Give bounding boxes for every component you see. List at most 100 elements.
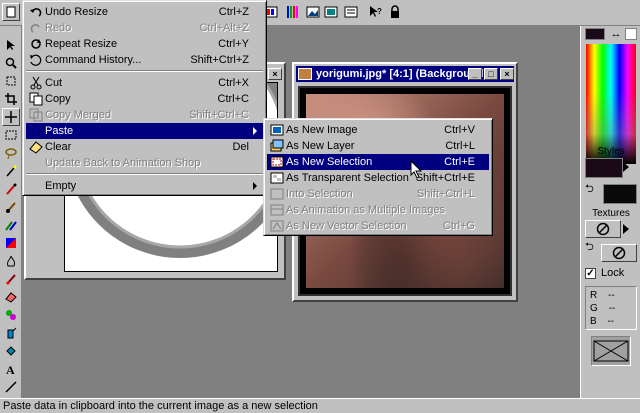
- airbrush-tool-icon[interactable]: [2, 324, 20, 342]
- menu-separator: [26, 173, 263, 175]
- menu-item-label: Copy: [45, 93, 71, 105]
- menu-item-label: As New Vector Selection: [286, 220, 407, 232]
- g-label: G: [590, 303, 598, 314]
- swap-textures-icon[interactable]: ⮌: [585, 240, 599, 254]
- menu-item-copy-merged[interactable]: Copy Merged Shift+Ctrl+C: [26, 107, 263, 123]
- lasso-tool-icon[interactable]: [2, 144, 20, 162]
- status-bar: Paste data in clipboard into the current…: [0, 398, 640, 413]
- crop-tool-icon[interactable]: [2, 90, 20, 108]
- tool-palette: A: [0, 26, 22, 398]
- close-window-icon[interactable]: ×: [268, 68, 282, 80]
- b-label: B: [590, 316, 597, 327]
- menu-item-label: Paste: [45, 125, 74, 137]
- scratch-remover-tool-icon[interactable]: [2, 270, 20, 288]
- menu-item-paste-into-selection[interactable]: Into Selection Shift+Ctrl+L: [267, 186, 489, 202]
- lock-checkbox[interactable]: ✓: [585, 268, 596, 279]
- menu-item-redo[interactable]: Redo Ctrl+Alt+Z: [26, 20, 263, 36]
- menu-item-command-history[interactable]: Command History... Shift+Ctrl+Z: [26, 52, 263, 68]
- menu-item-shortcut: Del: [232, 141, 249, 153]
- draw-tool-icon[interactable]: [2, 378, 20, 396]
- rgb-readout: R -- G -- B --: [585, 286, 637, 330]
- menu-item-paste-as-new-vector-selection[interactable]: As New Vector Selection Ctrl+G: [267, 218, 489, 234]
- minimize-window-icon[interactable]: _: [468, 68, 482, 80]
- menu-item-empty[interactable]: Empty: [26, 178, 263, 194]
- menu-item-cut[interactable]: Cut Ctrl+X: [26, 75, 263, 91]
- menu-item-label: Copy Merged: [45, 109, 112, 121]
- menu-item-clear[interactable]: Clear Del: [26, 139, 263, 155]
- move-tool-icon[interactable]: [2, 108, 20, 126]
- menu-item-shortcut: Shift+Ctrl+E: [415, 172, 475, 184]
- magic-wand-tool-icon[interactable]: [2, 162, 20, 180]
- menu-item-shortcut: Ctrl+E: [444, 156, 475, 168]
- menu-item-paste-as-new-layer[interactable]: As New Layer Ctrl+L: [267, 138, 489, 154]
- menu-item-copy[interactable]: Copy Ctrl+C: [26, 91, 263, 107]
- toolbar-histogram-icon[interactable]: [284, 3, 302, 21]
- paintbrush-tool-icon[interactable]: [2, 198, 20, 216]
- swap-colors-icon[interactable]: ↔: [609, 28, 623, 40]
- menu-item-repeat-resize[interactable]: Repeat Resize Ctrl+Y: [26, 36, 263, 52]
- eraser-tool-icon[interactable]: [2, 288, 20, 306]
- maximize-window-icon[interactable]: □: [484, 68, 498, 80]
- foreground-texture-button[interactable]: [585, 220, 621, 238]
- help-pointer-icon[interactable]: ?: [366, 3, 384, 21]
- g-value: --: [608, 303, 616, 314]
- scissors-icon: [29, 76, 43, 90]
- color-replacer-tool-icon[interactable]: [2, 234, 20, 252]
- toolbar-image-icon[interactable]: [304, 3, 322, 21]
- menu-item-paste[interactable]: Paste: [26, 123, 263, 139]
- menu-item-shortcut: Shift+Ctrl+C: [189, 109, 249, 121]
- menu-item-shortcut: Ctrl+Z: [218, 6, 249, 18]
- menu-item-paste-as-animation[interactable]: As Animation as Multiple Images: [267, 202, 489, 218]
- swap-styles-icon[interactable]: ⮌: [585, 182, 599, 196]
- dropper-tool-icon[interactable]: [2, 180, 20, 198]
- menu-item-paste-as-new-selection[interactable]: As New Selection Ctrl+E: [267, 154, 489, 170]
- background-style-swatch[interactable]: [603, 184, 637, 204]
- background-texture-button[interactable]: [601, 244, 637, 262]
- active-foreground-swatch[interactable]: [585, 28, 605, 40]
- styles-label: Styles: [597, 146, 625, 157]
- zoom-tool-icon[interactable]: [2, 54, 20, 72]
- menu-item-update-back-animation-shop[interactable]: Update Back to Animation Shop: [26, 155, 263, 171]
- toolbar-overview-icon[interactable]: [322, 3, 340, 21]
- menu-item-label: As New Selection: [286, 156, 373, 168]
- menu-item-paste-as-new-image[interactable]: As New Image Ctrl+V: [267, 122, 489, 138]
- new-layer-icon: [270, 139, 284, 153]
- b-value: --: [607, 316, 615, 327]
- rgb-row-r: R --: [590, 289, 632, 302]
- menu-item-label: Redo: [45, 22, 72, 34]
- color-palette: ↔ Styles ⮌ Textures ⮌ ✓ Lock R -- G -- B…: [580, 26, 640, 398]
- menu-item-paste-as-transparent-selection[interactable]: As Transparent Selection Shift+Ctrl+E: [267, 170, 489, 186]
- menu-item-shortcut: Shift+Ctrl+L: [416, 188, 475, 200]
- paste-submenu: As New Image Ctrl+V As New Layer Ctrl+L …: [263, 118, 493, 236]
- clone-brush-tool-icon[interactable]: [2, 216, 20, 234]
- image-window-icon: [298, 68, 312, 80]
- menu-item-undo-resize[interactable]: Undo Resize Ctrl+Z: [26, 4, 263, 20]
- svg-text:A: A: [6, 363, 15, 375]
- menu-item-shortcut: Ctrl+V: [444, 124, 475, 136]
- active-background-swatch[interactable]: [625, 28, 637, 40]
- menu-separator: [26, 70, 263, 72]
- flood-fill-tool-icon[interactable]: [2, 342, 20, 360]
- text-tool-icon[interactable]: A: [2, 360, 20, 378]
- menu-item-shortcut: Ctrl+L: [445, 140, 475, 152]
- selection-tool-icon[interactable]: [2, 126, 20, 144]
- svg-text:?: ?: [377, 7, 382, 16]
- picture-tube-tool-icon[interactable]: [2, 306, 20, 324]
- menu-item-shortcut: Ctrl+Alt+Z: [199, 22, 249, 34]
- style-dropdown-arrow-icon[interactable]: [623, 162, 629, 172]
- foreground-style-swatch[interactable]: [585, 158, 623, 178]
- mouse-cursor-icon: [410, 159, 424, 180]
- deform-tool-icon[interactable]: [2, 72, 20, 90]
- new-file-icon[interactable]: [2, 3, 20, 21]
- lock-icon[interactable]: [386, 3, 404, 21]
- menu-item-shortcut: Ctrl+C: [217, 93, 249, 105]
- lock-label: Lock: [601, 267, 625, 279]
- texture-dropdown-arrow-icon[interactable]: [623, 224, 629, 234]
- retouch-tool-icon[interactable]: [2, 252, 20, 270]
- arrow-tool-icon[interactable]: [2, 36, 20, 54]
- close-window-icon[interactable]: ×: [500, 68, 514, 80]
- copy-merged-icon: [29, 108, 43, 122]
- toolbar-layers-icon[interactable]: [342, 3, 360, 21]
- textures-label: Textures: [592, 208, 630, 219]
- menu-item-label: As New Layer: [286, 140, 355, 152]
